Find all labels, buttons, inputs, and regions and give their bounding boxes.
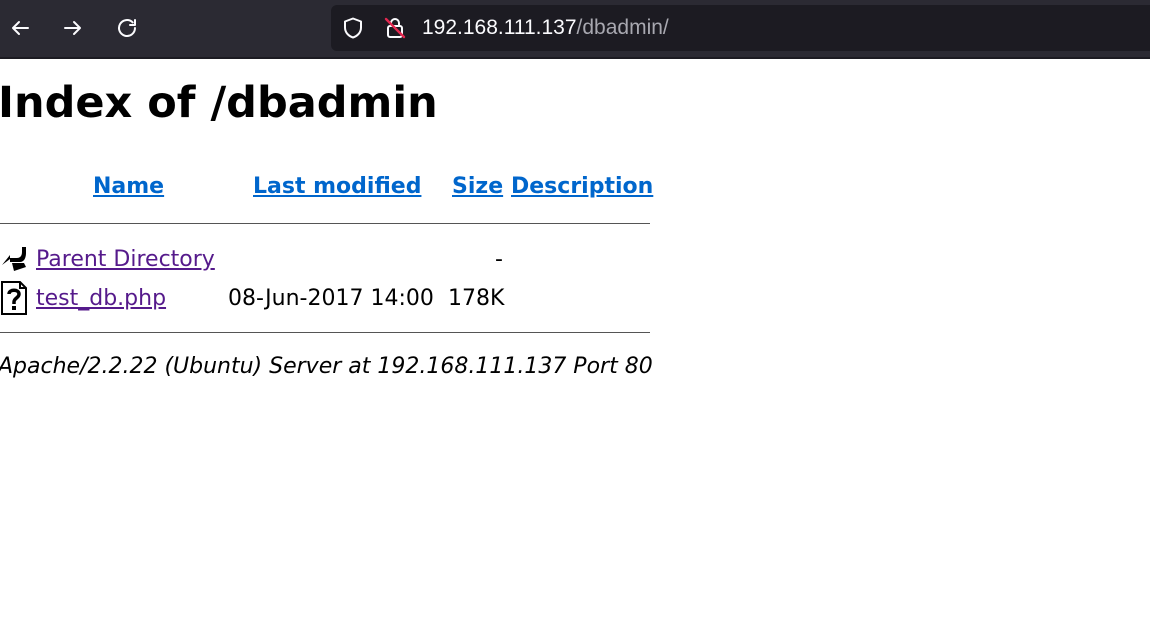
reload-button[interactable] — [109, 10, 145, 46]
url-host: 192.168.111.137 — [422, 16, 577, 39]
row-last-modified: 08-Jun-2017 14:00 — [228, 286, 434, 311]
row-size: 178K — [448, 286, 505, 311]
column-header-last-modified[interactable]: Last modified — [253, 172, 421, 202]
row-link-test-db-php[interactable]: test_db.php — [36, 284, 166, 314]
column-header-description[interactable]: Description — [511, 172, 653, 202]
url-text[interactable]: 192.168.111.137/dbadmin/ — [422, 15, 669, 41]
divider — [0, 332, 650, 333]
back-button[interactable] — [2, 10, 38, 46]
url-path: /dbadmin/ — [576, 16, 669, 39]
page-title: Index of /dbadmin — [0, 78, 438, 128]
insecure-lock-icon[interactable] — [383, 16, 407, 40]
row-size: - — [495, 247, 503, 272]
server-signature: Apache/2.2.22 (Ubuntu) Server at 192.168… — [0, 354, 653, 379]
column-header-name[interactable]: Name — [93, 172, 164, 202]
browser-toolbar: 192.168.111.137/dbadmin/ — [0, 0, 1150, 59]
unknown-file-icon — [1, 281, 27, 315]
forward-arrow-icon — [64, 21, 81, 35]
divider — [0, 223, 650, 224]
column-header-size[interactable]: Size — [452, 172, 503, 202]
shield-icon[interactable] — [341, 16, 365, 40]
row-link-parent-directory[interactable]: Parent Directory — [36, 245, 215, 275]
back-arrow-icon — [12, 21, 29, 35]
back-folder-icon — [2, 247, 26, 271]
forward-button[interactable] — [55, 10, 91, 46]
address-bar[interactable]: 192.168.111.137/dbadmin/ — [331, 5, 1150, 51]
reload-icon — [118, 19, 136, 37]
